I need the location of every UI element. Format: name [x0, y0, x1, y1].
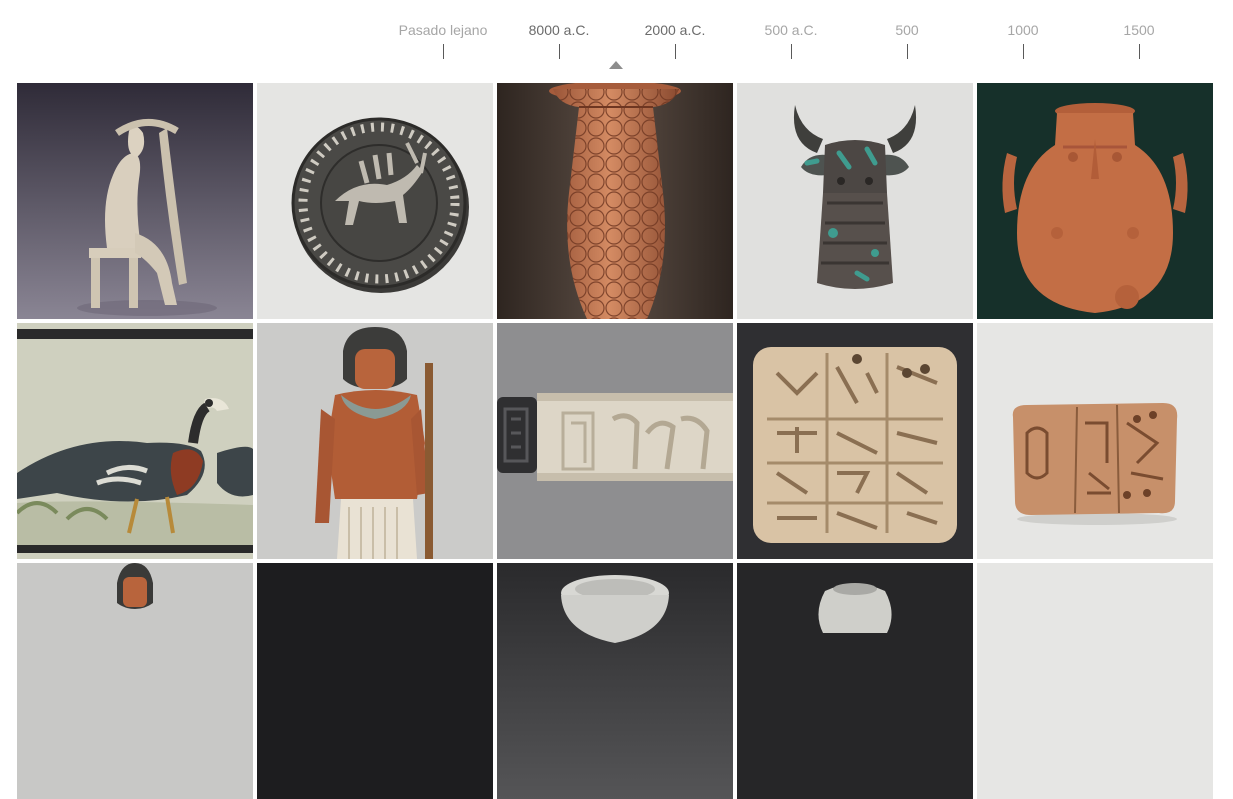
small-proto-cuneiform-tablet-image — [977, 323, 1213, 559]
timeline-tick-mark — [442, 44, 444, 59]
standing-man-statue-image — [257, 323, 493, 559]
artwork-tile-small-tablet[interactable] — [977, 323, 1213, 559]
painted-geese-fresco-image — [17, 323, 253, 559]
light-object-partial-image — [977, 563, 1213, 799]
artwork-tile-incised-vase[interactable] — [497, 83, 733, 319]
artwork-tile-cylinder-seal[interactable] — [497, 323, 733, 559]
artwork-grid — [17, 83, 1213, 799]
seated-harpist-figurine-image — [17, 83, 253, 319]
timeline-tick-mark — [906, 44, 908, 59]
timeline-tick-mark — [790, 44, 792, 59]
timeline: Pasado lejano 8000 a.C. 2000 a.C. 500 a.… — [0, 0, 1233, 80]
stamp-seal-with-animal-image — [257, 83, 493, 319]
timeline-tick-mark — [1022, 44, 1024, 59]
bull-head-bronze-fitting-image — [737, 83, 973, 319]
timeline-position-marker-icon[interactable] — [609, 61, 623, 69]
artwork-tile-stone-bowl[interactable] — [497, 563, 733, 799]
standing-figure-partial-image — [17, 563, 253, 799]
artwork-tile-bull-head[interactable] — [737, 83, 973, 319]
artwork-tile-standing-man[interactable] — [257, 323, 493, 559]
timeline-tick-mark — [1138, 44, 1140, 59]
incised-clay-vase-image — [497, 83, 733, 319]
cylinder-seal-impression-image — [497, 323, 733, 559]
face-jar-image — [977, 83, 1213, 319]
dark-object-partial-image — [257, 563, 493, 799]
artwork-tile-geese-fresco[interactable] — [17, 323, 253, 559]
stone-vessel-partial-image — [737, 563, 973, 799]
artwork-tile-face-jar[interactable] — [977, 83, 1213, 319]
artwork-tile-harpist[interactable] — [17, 83, 253, 319]
stone-bowl-partial-image — [497, 563, 733, 799]
artwork-tile-dark-object[interactable] — [257, 563, 493, 799]
cuneiform-tablet-image — [737, 323, 973, 559]
artwork-tile-standing-figure[interactable] — [17, 563, 253, 799]
artwork-tile-stamp-seal[interactable] — [257, 83, 493, 319]
artwork-tile-cuneiform-tablet[interactable] — [737, 323, 973, 559]
timeline-tick-1500[interactable]: 1500 — [1069, 20, 1209, 59]
artwork-tile-stone-vessel[interactable] — [737, 563, 973, 799]
artwork-tile-light-object[interactable] — [977, 563, 1213, 799]
timeline-tick-mark — [558, 44, 560, 59]
timeline-tick-mark — [674, 44, 676, 59]
timeline-tick-label: 1500 — [1123, 22, 1155, 38]
